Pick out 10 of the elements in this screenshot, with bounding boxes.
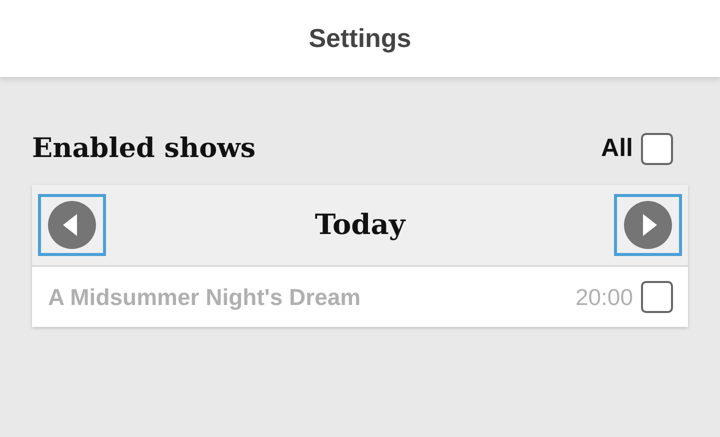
show-title: A Midsummer Night's Dream xyxy=(48,282,361,312)
checkbox[interactable] xyxy=(641,281,673,313)
day-label: Today xyxy=(314,207,406,243)
all-label: All xyxy=(601,133,633,164)
next-button[interactable] xyxy=(614,194,682,256)
previous-button[interactable] xyxy=(38,194,106,256)
show-time: 20:00 xyxy=(575,282,633,312)
page-title: Settings xyxy=(308,22,412,55)
checkbox[interactable] xyxy=(641,133,673,165)
section-title: Enabled shows xyxy=(32,132,256,166)
